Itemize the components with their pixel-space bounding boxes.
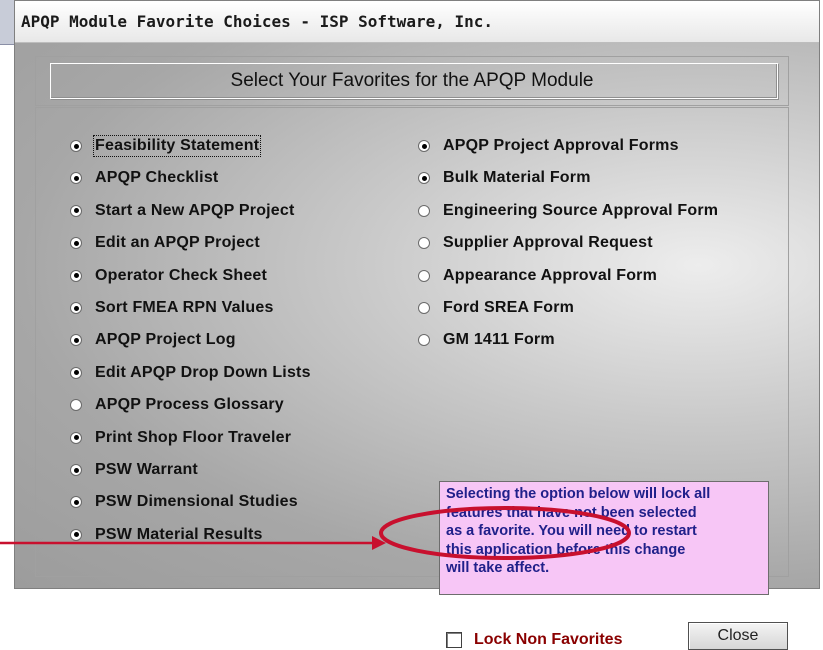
- favorite-option-label[interactable]: Edit an APQP Project: [95, 234, 260, 252]
- title-bar[interactable]: APQP Module Favorite Choices - ISP Softw…: [15, 1, 819, 43]
- dialog-heading: Select Your Favorites for the APQP Modul…: [230, 70, 594, 91]
- favorite-option[interactable]: APQP Project Log: [70, 327, 236, 353]
- favorite-option[interactable]: PSW Warrant: [70, 457, 198, 483]
- favorite-option-label[interactable]: Edit APQP Drop Down Lists: [95, 364, 311, 382]
- favorite-option[interactable]: APQP Project Approval Forms: [418, 133, 679, 159]
- favorite-option[interactable]: Print Shop Floor Traveler: [70, 425, 291, 451]
- note-line: this application before this change: [446, 541, 686, 558]
- header-panel: Select Your Favorites for the APQP Modul…: [35, 56, 789, 106]
- window-title: APQP Module Favorite Choices - ISP Softw…: [21, 12, 494, 31]
- favorite-option[interactable]: PSW Material Results: [70, 522, 263, 548]
- radio-button[interactable]: [418, 334, 430, 347]
- radio-button[interactable]: [70, 172, 82, 185]
- favorite-option[interactable]: Sort FMEA RPN Values: [70, 295, 274, 321]
- note-line: will take affect.: [446, 560, 550, 576]
- close-button[interactable]: Close: [688, 622, 788, 650]
- favorite-option[interactable]: Start a New APQP Project: [70, 198, 295, 224]
- favorite-option-label[interactable]: APQP Project Log: [95, 331, 236, 349]
- radio-button[interactable]: [70, 140, 82, 152]
- radio-button[interactable]: [418, 204, 430, 217]
- lock-non-favorites-option[interactable]: Lock Non Favorites: [446, 631, 622, 649]
- favorite-option[interactable]: Edit APQP Drop Down Lists: [70, 360, 311, 386]
- favorite-option-label[interactable]: Appearance Approval Form: [443, 267, 657, 285]
- note-line: as a favorite. You will need to restart: [446, 523, 697, 539]
- radio-button[interactable]: [70, 528, 82, 541]
- favorite-option[interactable]: GM 1411 Form: [418, 327, 555, 353]
- favorite-option-label[interactable]: APQP Checklist: [95, 169, 218, 187]
- radio-button[interactable]: [418, 269, 430, 282]
- favorite-option-label[interactable]: Print Shop Floor Traveler: [95, 429, 291, 447]
- favorite-option-label[interactable]: PSW Material Results: [95, 526, 263, 544]
- favorite-option[interactable]: APQP Checklist: [70, 165, 218, 191]
- favorite-option-label[interactable]: PSW Warrant: [95, 461, 198, 479]
- radio-button[interactable]: [418, 140, 430, 152]
- favorite-option[interactable]: PSW Dimensional Studies: [70, 489, 298, 515]
- radio-button[interactable]: [70, 496, 82, 509]
- radio-button[interactable]: [70, 302, 82, 314]
- background-window-edge: [0, 0, 15, 45]
- radio-button[interactable]: [70, 237, 82, 250]
- options-panel: Feasibility Statement APQP Checklist Start…: [35, 107, 789, 650]
- favorite-option[interactable]: Operator Check Sheet: [70, 263, 267, 289]
- favorite-option[interactable]: Ford SREA Form: [418, 295, 574, 321]
- radio-button[interactable]: [70, 431, 82, 444]
- favorite-option-label[interactable]: APQP Project Approval Forms: [443, 137, 679, 155]
- favorite-option[interactable]: Appearance Approval Form: [418, 263, 657, 289]
- favorite-option[interactable]: Edit an APQP Project: [70, 230, 260, 256]
- radio-button[interactable]: [418, 172, 430, 185]
- favorite-option-label[interactable]: PSW Dimensional Studies: [95, 493, 298, 511]
- favorite-option[interactable]: Feasibility Statement: [70, 133, 262, 159]
- lock-warning-note: Selecting the option below will lock all…: [439, 481, 769, 595]
- radio-button[interactable]: [70, 204, 82, 217]
- favorite-option-label[interactable]: Operator Check Sheet: [95, 267, 267, 285]
- favorite-option-label[interactable]: Supplier Approval Request: [443, 234, 653, 252]
- favorite-option[interactable]: APQP Process Glossary: [70, 392, 284, 418]
- favorite-option[interactable]: Bulk Material Form: [418, 165, 591, 191]
- radio-button[interactable]: [70, 366, 82, 379]
- note-line: Selecting the option below will lock all: [446, 486, 711, 502]
- favorite-option-label[interactable]: Feasibility Statement: [92, 135, 262, 157]
- favorite-option-label[interactable]: APQP Process Glossary: [95, 396, 284, 414]
- favorite-option-label[interactable]: GM 1411 Form: [443, 331, 555, 349]
- favorite-option-label[interactable]: Start a New APQP Project: [95, 202, 295, 220]
- radio-button[interactable]: [70, 334, 82, 347]
- radio-button[interactable]: [418, 302, 430, 314]
- note-line: features that have not been selected: [446, 504, 697, 521]
- favorite-option-label[interactable]: Ford SREA Form: [443, 299, 574, 317]
- favorites-dialog: APQP Module Favorite Choices - ISP Softw…: [14, 0, 820, 650]
- radio-button[interactable]: [70, 464, 82, 476]
- radio-button[interactable]: [418, 237, 430, 250]
- favorite-option-label[interactable]: Engineering Source Approval Form: [443, 202, 718, 220]
- favorite-option-label[interactable]: Bulk Material Form: [443, 169, 591, 187]
- favorite-option-label[interactable]: Sort FMEA RPN Values: [95, 299, 274, 317]
- favorite-option[interactable]: Engineering Source Approval Form: [418, 198, 718, 224]
- lock-non-favorites-label[interactable]: Lock Non Favorites: [474, 631, 622, 649]
- favorite-option[interactable]: Supplier Approval Request: [418, 230, 653, 256]
- radio-button[interactable]: [70, 399, 82, 412]
- radio-button[interactable]: [70, 269, 82, 282]
- lock-non-favorites-checkbox[interactable]: [446, 632, 462, 648]
